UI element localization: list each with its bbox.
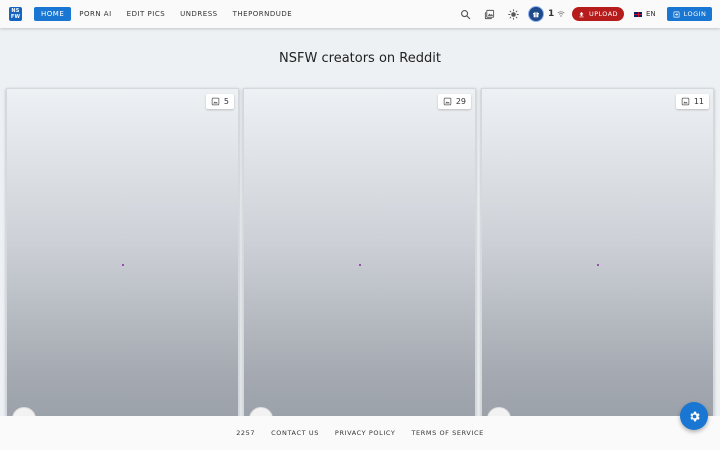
gift-count: 1 (548, 9, 555, 19)
image-icon (443, 97, 452, 106)
gear-icon (689, 411, 700, 421)
site-logo[interactable]: NS FW (9, 7, 22, 21)
creator-card[interactable]: 5 (6, 88, 239, 431)
loading-indicator (121, 264, 124, 266)
footer-link-terms[interactable]: TERMS OF SERVICE (403, 429, 491, 437)
search-icon (460, 9, 470, 19)
login-button[interactable]: LOGIN (667, 7, 712, 21)
uk-flag-icon (634, 11, 642, 17)
top-navbar: NS FW HOME PORN AI EDIT PICS UNDRESS THE… (0, 0, 720, 28)
logo-text-bottom: FW (10, 14, 21, 20)
image-count: 5 (223, 97, 229, 106)
upload-icon (579, 11, 584, 17)
nav-home[interactable]: HOME (34, 7, 72, 21)
image-icon (211, 97, 220, 106)
nav-undress[interactable]: UNDRESS (173, 7, 224, 21)
footer: 2257 CONTACT US PRIVACY POLICY TERMS OF … (0, 416, 720, 450)
nav-theporndude[interactable]: THEPORNDUDE (226, 7, 300, 21)
login-label: LOGIN (683, 10, 707, 18)
gift-icon (533, 11, 539, 18)
signal-icon (557, 11, 565, 17)
image-count: 29 (455, 97, 466, 106)
footer-link-2257[interactable]: 2257 (228, 429, 263, 437)
creator-card[interactable]: 29 (243, 88, 476, 431)
page-title: NSFW creators on Reddit (279, 51, 441, 66)
image-count-badge: 29 (437, 94, 471, 109)
main-nav: HOME PORN AI EDIT PICS UNDRESS THEPORNDU… (34, 7, 300, 21)
image-count-badge: 11 (675, 94, 709, 109)
brightness-icon (507, 8, 519, 20)
nav-edit-pics[interactable]: EDIT PICS (120, 7, 173, 21)
upload-button[interactable]: UPLOAD (572, 7, 624, 21)
gallery-icon (484, 9, 494, 19)
gift-button[interactable] (528, 6, 544, 22)
footer-link-contact[interactable]: CONTACT US (263, 429, 327, 437)
footer-link-privacy[interactable]: PRIVACY POLICY (327, 429, 404, 437)
nav-porn-ai[interactable]: PORN AI (72, 7, 118, 21)
gallery-button[interactable] (482, 7, 496, 21)
upload-label: UPLOAD (589, 10, 618, 18)
loading-indicator (358, 264, 361, 266)
login-icon (673, 11, 680, 17)
loading-indicator (596, 264, 599, 266)
image-count: 11 (693, 97, 704, 106)
creator-card[interactable]: 11 (481, 88, 714, 431)
theme-toggle-button[interactable] (506, 7, 520, 21)
image-icon (681, 97, 690, 106)
image-count-badge: 5 (205, 94, 234, 109)
search-button[interactable] (458, 7, 472, 21)
language-selector[interactable]: EN (634, 7, 656, 21)
language-label: EN (646, 10, 656, 18)
settings-fab[interactable] (680, 402, 708, 430)
